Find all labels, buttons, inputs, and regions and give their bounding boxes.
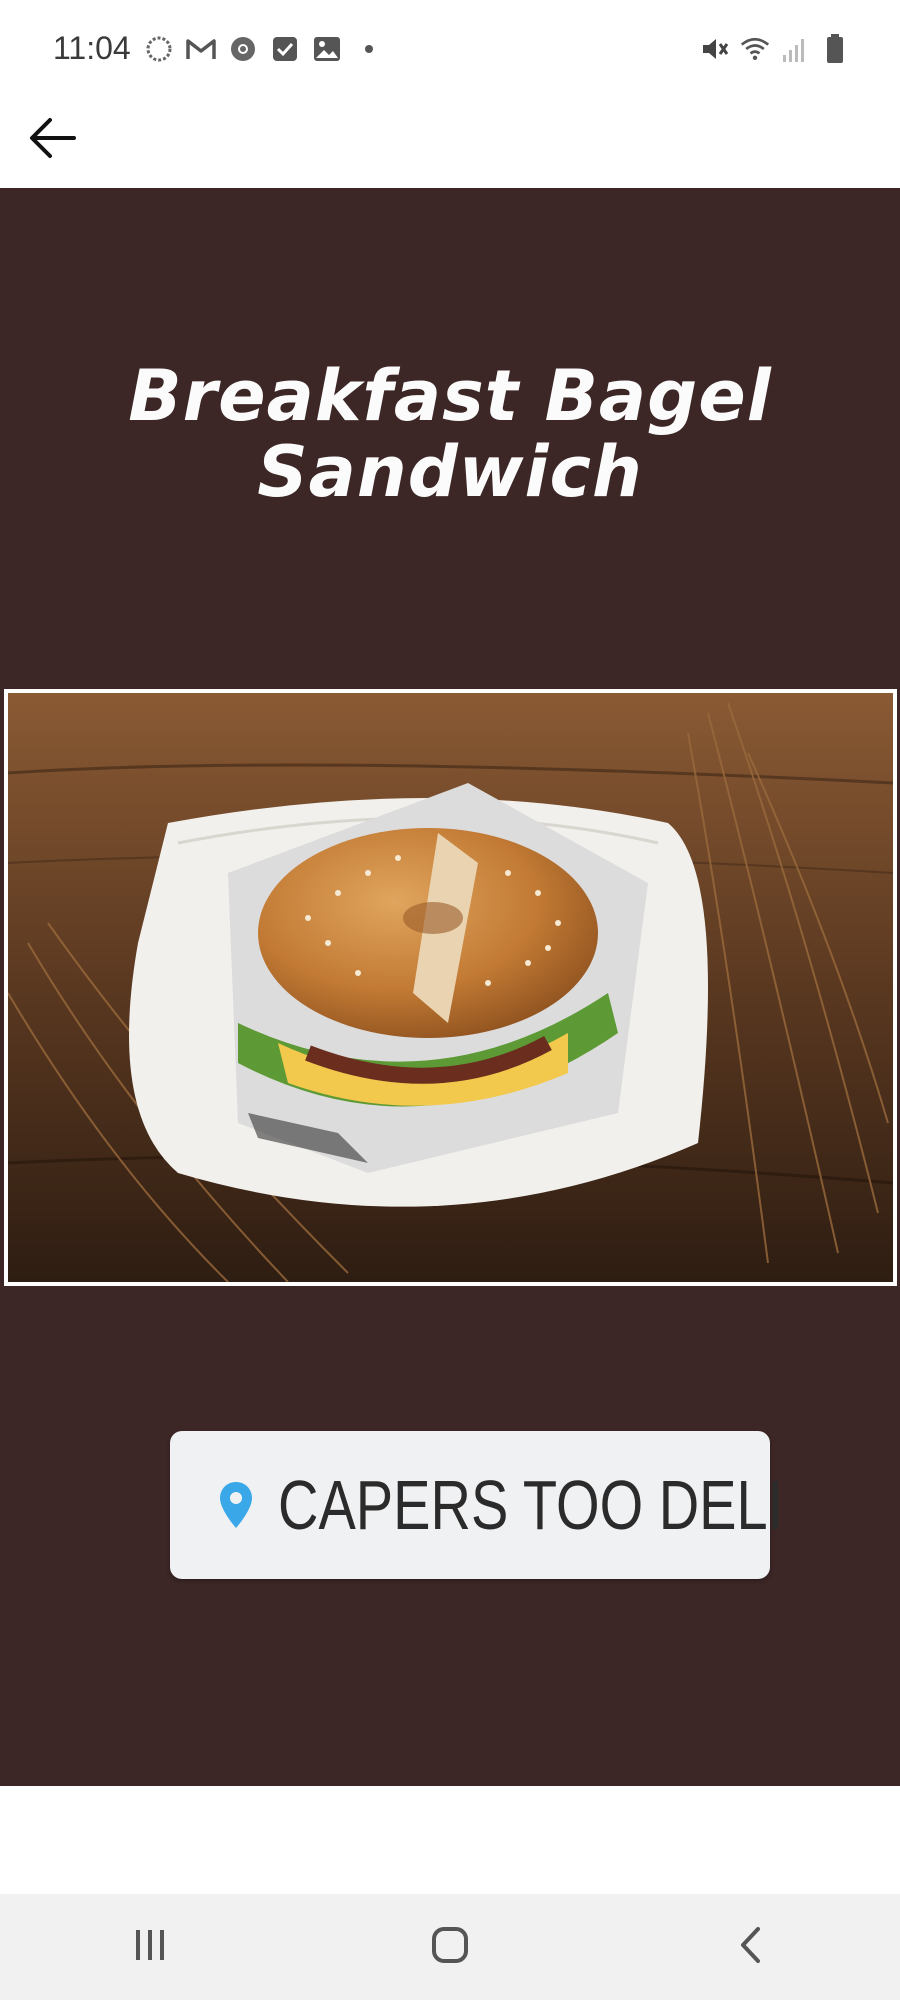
location-pin-icon: [218, 1477, 254, 1533]
home-button[interactable]: [390, 1907, 510, 1987]
title-line-1: Breakfast Bagel: [128, 355, 772, 437]
gmail-icon: [186, 34, 216, 64]
gallery-icon: [312, 34, 342, 64]
status-bar: 11:04: [0, 0, 900, 100]
loading-icon: [144, 34, 174, 64]
app-bar: [0, 100, 900, 188]
post-title: Breakfast Bagel Sandwich: [0, 358, 900, 510]
home-icon: [431, 1926, 469, 1969]
location-sticker[interactable]: CAPERS TOO DELI: [170, 1431, 783, 1579]
status-time: 11:04: [53, 30, 131, 66]
chrome-icon: [228, 34, 258, 64]
sandwich-illustration: [8, 693, 893, 1282]
arrow-back-icon: [28, 117, 76, 164]
nav-back-button[interactable]: [690, 1907, 810, 1987]
notification-icons: [144, 34, 384, 64]
back-button[interactable]: [22, 110, 82, 170]
recent-apps-button[interactable]: [90, 1907, 210, 1987]
mute-icon: [700, 34, 730, 64]
check-icon: [270, 34, 300, 64]
dot-icon: [354, 34, 384, 64]
battery-icon: [820, 34, 850, 64]
recent-apps-icon: [132, 1928, 168, 1967]
title-line-2: Sandwich: [257, 431, 643, 513]
post-image[interactable]: Breakfast Bagel Sandwich CAPERS TOO DELI: [0, 188, 900, 1786]
navigation-bar: [0, 1894, 900, 2000]
sandwich-photo: [4, 689, 897, 1286]
system-icons: [700, 34, 850, 64]
back-icon: [738, 1926, 762, 1969]
location-label: CAPERS TOO DELI: [278, 1466, 784, 1544]
wifi-icon: [740, 34, 770, 64]
signal-icon: [780, 34, 810, 64]
